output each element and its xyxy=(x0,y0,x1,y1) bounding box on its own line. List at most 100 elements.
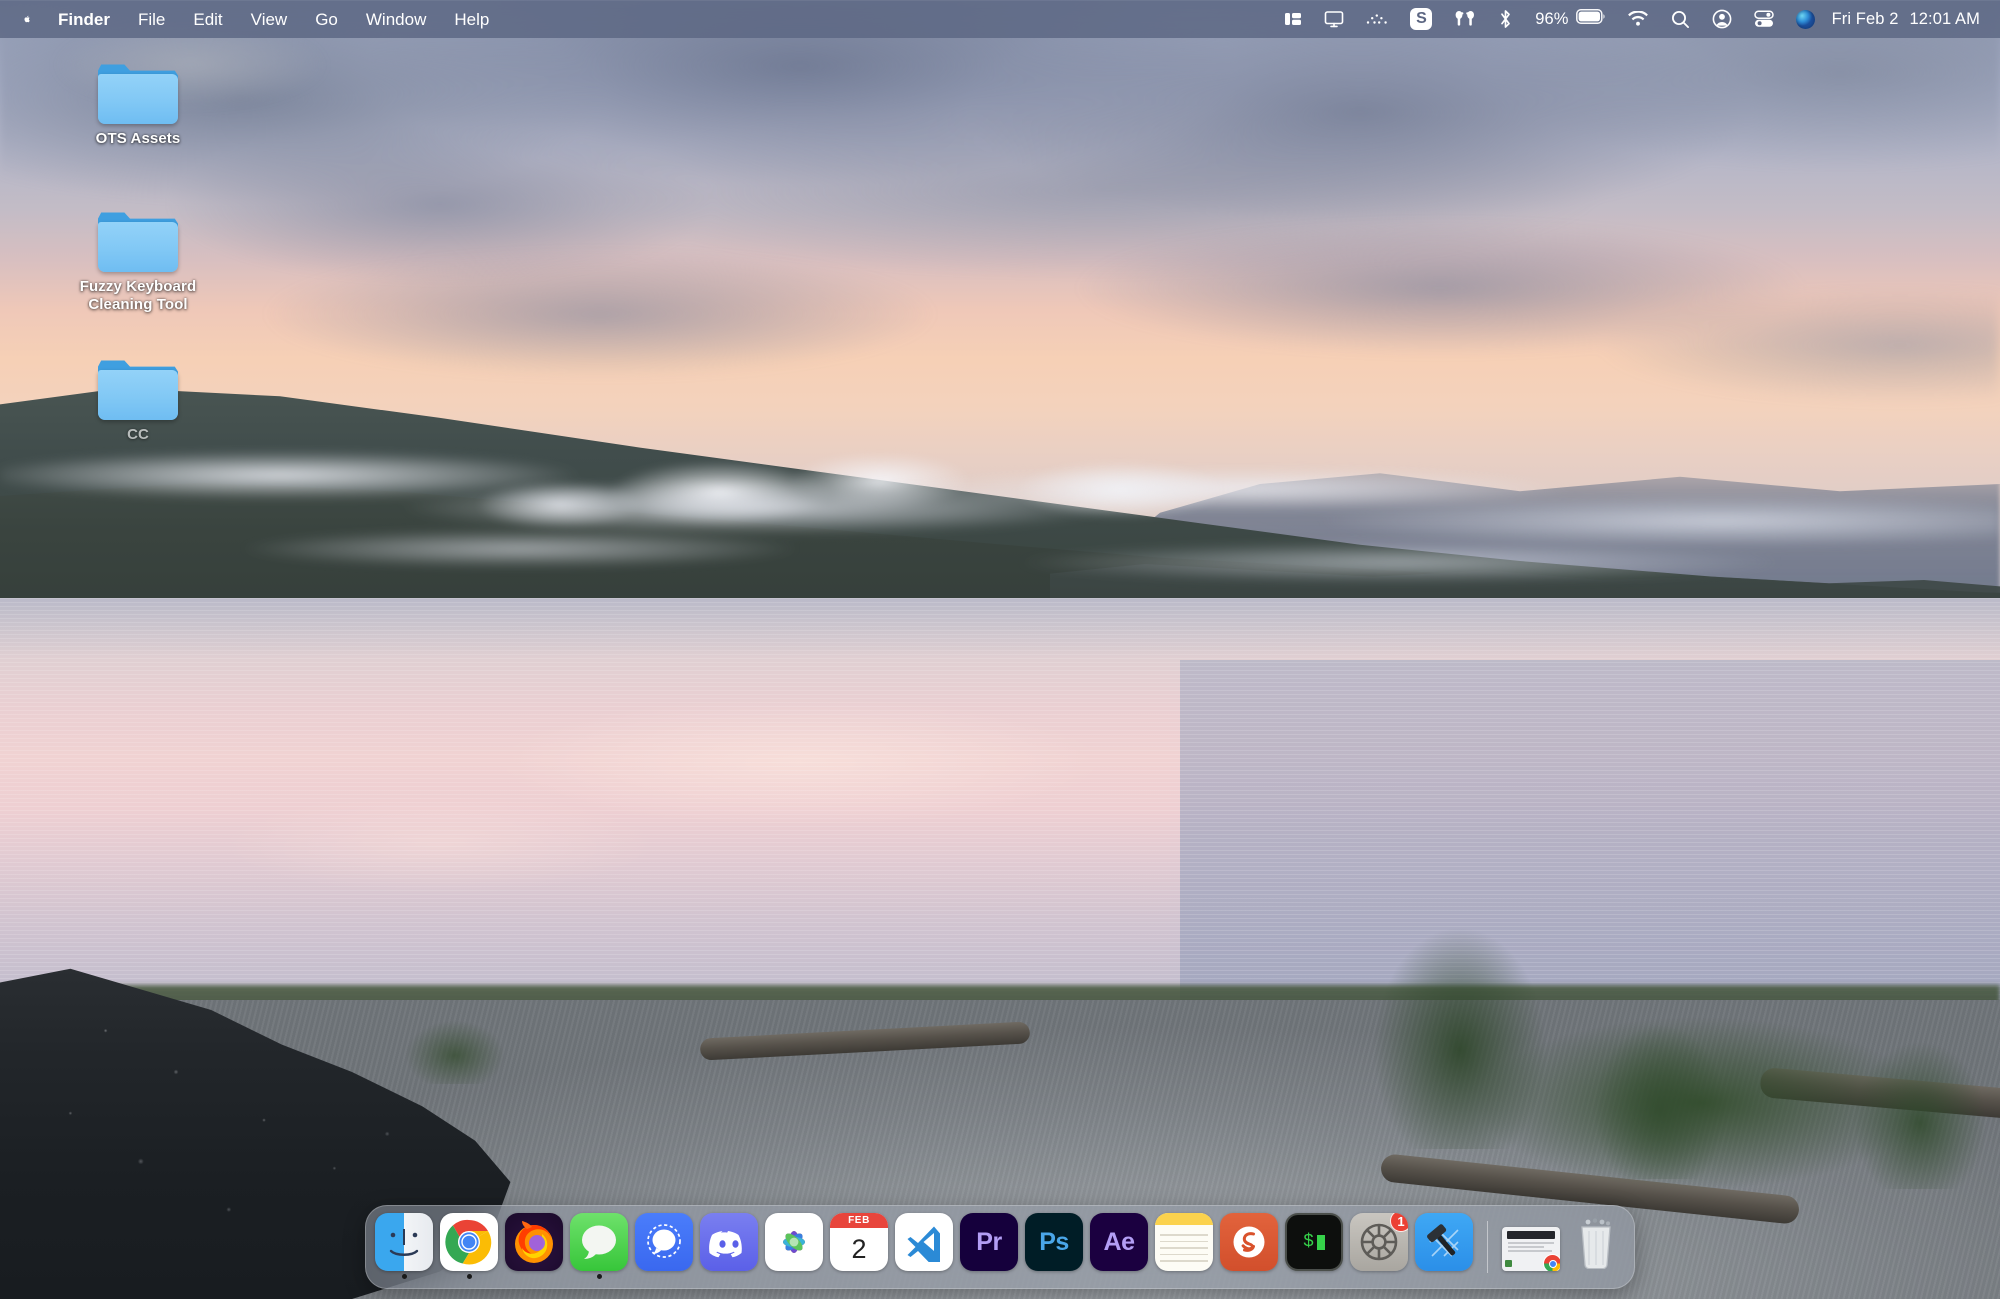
discord-icon[interactable] xyxy=(700,1213,758,1271)
dock-item-orange-app[interactable] xyxy=(1220,1213,1278,1279)
dock-item-premiere-pro[interactable]: Pr xyxy=(960,1213,1018,1279)
menu-item-go[interactable]: Go xyxy=(301,8,352,31)
siri-icon[interactable] xyxy=(1785,4,1826,34)
folder-ots-assets[interactable]: OTS Assets xyxy=(58,62,218,148)
wallpaper-sapling-right xyxy=(1820,969,2000,1189)
dock-item-signal[interactable] xyxy=(635,1213,693,1279)
menu-item-file[interactable]: File xyxy=(124,8,179,31)
dock-item-system-settings[interactable]: 1 xyxy=(1350,1213,1408,1279)
menu-item-window[interactable]: Window xyxy=(352,8,440,31)
running-indicator xyxy=(597,1274,602,1279)
dock-item-messages[interactable] xyxy=(570,1213,628,1279)
notes-icon[interactable] xyxy=(1155,1213,1213,1271)
screen-mirroring-icon[interactable] xyxy=(1313,4,1355,34)
settings-badge: 1 xyxy=(1390,1213,1408,1232)
finder-icon[interactable] xyxy=(375,1213,433,1271)
folder-fuzzy-keyboard-cleaning-tool-label: Fuzzy Keyboard Cleaning Tool xyxy=(63,278,213,315)
running-indicator xyxy=(987,1274,992,1279)
calendar-day-label: 2 xyxy=(830,1228,888,1271)
running-indicator xyxy=(1442,1274,1447,1279)
folder-ots-assets-label: OTS Assets xyxy=(96,130,181,148)
clock-time: 12:01 AM xyxy=(1909,10,1980,29)
photoshop-icon[interactable]: Ps xyxy=(1025,1213,1083,1271)
dock-item-after-effects[interactable]: Ae xyxy=(1090,1213,1148,1279)
battery-percent-label: 96% xyxy=(1535,10,1568,29)
wifi-icon[interactable] xyxy=(1616,4,1660,34)
photos-icon[interactable] xyxy=(765,1213,823,1271)
airpods-icon[interactable] xyxy=(1443,4,1487,34)
trash-icon[interactable] xyxy=(1567,1213,1625,1271)
search-icon[interactable] xyxy=(1660,4,1701,34)
running-indicator xyxy=(1117,1274,1122,1279)
wallpaper-shrub-small-left xyxy=(380,989,530,1084)
wallpaper-sapling-mid xyxy=(1560,949,1760,1179)
calendar-month-label: FEB xyxy=(830,1213,888,1228)
battery-status[interactable]: 96% xyxy=(1524,4,1615,34)
dock-item-firefox[interactable] xyxy=(505,1213,563,1279)
running-indicator xyxy=(922,1274,927,1279)
dock-item-calendar[interactable]: FEB 2 xyxy=(830,1213,888,1279)
running-indicator xyxy=(1312,1274,1317,1279)
dock-item-photoshop[interactable]: Ps xyxy=(1025,1213,1083,1279)
stage-manager-icon[interactable] xyxy=(1273,4,1313,34)
terminal-icon[interactable]: $ xyxy=(1285,1213,1343,1271)
menu-bar-clock[interactable]: Fri Feb 2 12:01 AM xyxy=(1826,10,1982,29)
s-badge-icon[interactable]: S xyxy=(1399,4,1443,34)
after-effects-glyph: Ae xyxy=(1104,1228,1135,1257)
running-indicator xyxy=(1247,1274,1252,1279)
signal-icon[interactable] xyxy=(635,1213,693,1271)
minimized-window-app-badge-chrome-icon xyxy=(1543,1254,1560,1271)
terminal-prompt-glyph: $ xyxy=(1303,1232,1314,1252)
dock-item-terminal[interactable]: $ xyxy=(1285,1213,1343,1279)
running-indicator xyxy=(1052,1274,1057,1279)
menu-item-finder[interactable]: Finder xyxy=(44,8,124,31)
dock-divider xyxy=(1487,1221,1488,1273)
vscode-icon[interactable] xyxy=(895,1213,953,1271)
dock-item-photos[interactable] xyxy=(765,1213,823,1279)
folder-icon xyxy=(98,210,178,272)
messages-icon[interactable] xyxy=(570,1213,628,1271)
dock-minimized-chrome-window[interactable] xyxy=(1502,1227,1560,1279)
calendar-icon[interactable]: FEB 2 xyxy=(830,1213,888,1271)
running-indicator xyxy=(727,1274,732,1279)
dock-item-vscode[interactable] xyxy=(895,1213,953,1279)
xcode-hammer-icon[interactable] xyxy=(1415,1213,1473,1271)
running-indicator xyxy=(662,1274,667,1279)
user-account-icon[interactable] xyxy=(1701,4,1743,34)
gear-icon[interactable]: 1 xyxy=(1350,1213,1408,1271)
dotted-signal-icon[interactable] xyxy=(1355,4,1399,34)
dock-container: FEB 2 Pr xyxy=(0,1205,2000,1289)
running-indicator xyxy=(1182,1274,1187,1279)
setapp-icon[interactable] xyxy=(1220,1213,1278,1271)
dock-item-discord[interactable] xyxy=(700,1213,758,1279)
menu-item-view[interactable]: View xyxy=(237,8,302,31)
menu-bar-left: Finder File Edit View Go Window Help xyxy=(0,6,503,32)
folder-icon xyxy=(98,62,178,124)
folder-cc[interactable]: CC xyxy=(58,358,218,444)
dock-item-notes[interactable] xyxy=(1155,1213,1213,1279)
dock-item-trash[interactable] xyxy=(1567,1213,1625,1279)
premiere-pro-icon[interactable]: Pr xyxy=(960,1213,1018,1271)
folder-cc-label: CC xyxy=(127,426,149,444)
menu-item-help[interactable]: Help xyxy=(440,8,503,31)
menu-item-edit[interactable]: Edit xyxy=(179,8,236,31)
dock-item-finder[interactable] xyxy=(375,1213,433,1279)
dock: FEB 2 Pr xyxy=(365,1205,1635,1289)
dock-item-xcode[interactable] xyxy=(1415,1213,1473,1279)
folder-fuzzy-keyboard-cleaning-tool[interactable]: Fuzzy Keyboard Cleaning Tool xyxy=(58,210,218,315)
running-indicator xyxy=(1377,1274,1382,1279)
firefox-icon[interactable] xyxy=(505,1213,563,1271)
apple-logo-icon[interactable] xyxy=(16,6,38,32)
wallpaper-water-shimmer xyxy=(0,598,2000,1008)
terminal-cursor xyxy=(1317,1235,1325,1250)
running-indicator xyxy=(467,1274,472,1279)
after-effects-icon[interactable]: Ae xyxy=(1090,1213,1148,1271)
minimized-window-icon[interactable] xyxy=(1502,1227,1560,1271)
control-center-icon[interactable] xyxy=(1743,4,1785,34)
running-indicator xyxy=(857,1274,862,1279)
bluetooth-icon[interactable] xyxy=(1487,4,1524,34)
chrome-icon[interactable] xyxy=(440,1213,498,1271)
menu-bar: Finder File Edit View Go Window Help xyxy=(0,0,2000,38)
dock-item-chrome[interactable] xyxy=(440,1213,498,1279)
battery-icon xyxy=(1576,9,1605,29)
